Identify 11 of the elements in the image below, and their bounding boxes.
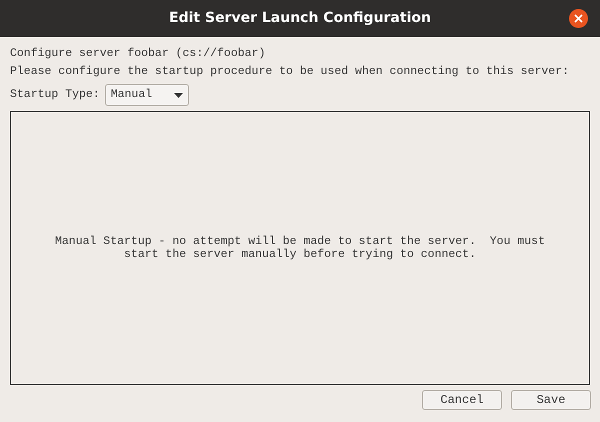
close-button[interactable]: [569, 9, 588, 28]
close-icon: [574, 14, 583, 23]
startup-type-label: Startup Type:: [10, 87, 100, 104]
caret-icon: [174, 92, 183, 98]
window-title: Edit Server Launch Configuration: [169, 9, 431, 28]
startup-type-dropdown[interactable]: Manual: [104, 84, 189, 106]
intro-text: Please configure the startup procedure to be used when connecting to this server:: [10, 64, 570, 80]
cancel-button[interactable]: Cancel: [422, 390, 502, 410]
startup-message: Manual Startup - no attempt will be made to start the server. You must start the server manually before trying to connect.: [54, 235, 546, 261]
save-button[interactable]: Save: [511, 390, 591, 410]
intro-text: Configure server foobar (cs://foobar): [10, 46, 266, 62]
